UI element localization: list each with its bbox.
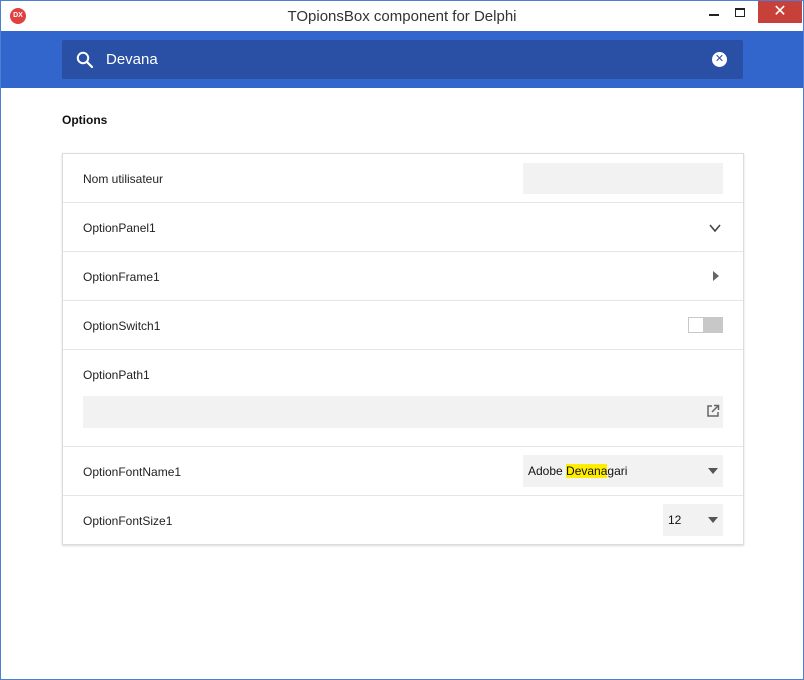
dropdown-arrow-icon bbox=[708, 468, 718, 474]
option-row-user-name: Nom utilisateur bbox=[63, 154, 743, 203]
app-window: DX TOpionsBox component for Delphi ✕ ✕ O… bbox=[0, 0, 804, 680]
search-box[interactable]: ✕ bbox=[62, 40, 743, 79]
chevron-right-icon[interactable] bbox=[713, 271, 719, 281]
options-box: Nom utilisateur OptionPanel1 OptionFrame… bbox=[62, 153, 744, 545]
window-title: TOpionsBox component for Delphi bbox=[287, 8, 517, 25]
search-input[interactable] bbox=[106, 48, 666, 70]
title-bar: DX TOpionsBox component for Delphi ✕ bbox=[1, 1, 803, 31]
clear-icon[interactable]: ✕ bbox=[712, 52, 727, 67]
switch-knob bbox=[689, 318, 703, 332]
open-external-icon[interactable] bbox=[706, 404, 720, 418]
chevron-down-icon[interactable] bbox=[709, 222, 721, 234]
search-icon bbox=[76, 51, 94, 69]
search-header: ✕ bbox=[1, 31, 803, 88]
user-name-label: Nom utilisateur bbox=[83, 172, 164, 186]
option-row-frame[interactable]: OptionFrame1 bbox=[63, 252, 743, 301]
font-name-select[interactable]: Adobe Devanagari bbox=[523, 455, 723, 487]
option-row-panel[interactable]: OptionPanel1 bbox=[63, 203, 743, 252]
search-match-highlight: Devana bbox=[566, 464, 608, 478]
panel-label: OptionPanel1 bbox=[83, 221, 156, 235]
dropdown-arrow-icon bbox=[708, 517, 718, 523]
option-row-path: OptionPath1 bbox=[63, 350, 743, 447]
maximize-icon bbox=[735, 7, 745, 17]
option-switch-toggle[interactable] bbox=[688, 317, 723, 333]
option-row-switch: OptionSwitch1 bbox=[63, 301, 743, 350]
minimize-icon bbox=[709, 14, 719, 16]
font-size-select[interactable]: 12 bbox=[663, 504, 723, 536]
path-input[interactable] bbox=[83, 396, 723, 428]
path-label: OptionPath1 bbox=[83, 368, 150, 382]
font-name-label: OptionFontName1 bbox=[83, 465, 182, 479]
font-size-value: 12 bbox=[668, 513, 682, 527]
user-name-input[interactable] bbox=[523, 163, 723, 194]
close-icon: ✕ bbox=[773, 3, 787, 20]
switch-label: OptionSwitch1 bbox=[83, 319, 161, 333]
font-name-value: Adobe Devanagari bbox=[528, 464, 628, 478]
frame-label: OptionFrame1 bbox=[83, 270, 160, 284]
option-row-font-size: OptionFontSize1 12 bbox=[63, 496, 743, 545]
close-button[interactable]: ✕ bbox=[758, 1, 802, 23]
font-size-label: OptionFontSize1 bbox=[83, 514, 173, 528]
option-row-font-name: OptionFontName1 Adobe Devanagari bbox=[63, 447, 743, 496]
maximize-button[interactable] bbox=[725, 1, 755, 23]
section-title: Options bbox=[62, 113, 108, 127]
